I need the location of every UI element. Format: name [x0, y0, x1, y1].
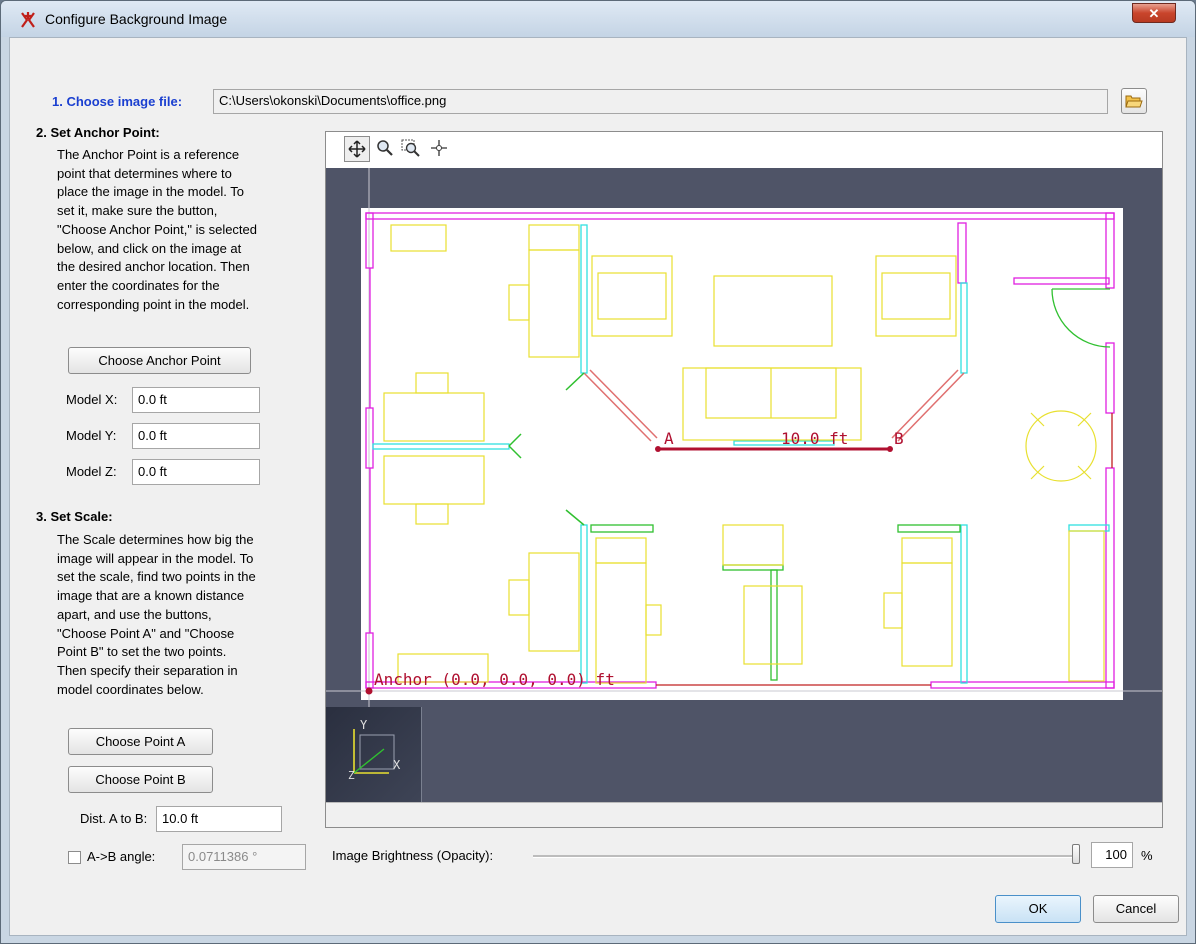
center-icon — [431, 140, 447, 156]
dialog-window: Configure Background Image ✕ 1. Choose i… — [0, 0, 1196, 944]
axis-y-label: Y — [360, 718, 368, 732]
model-y-field[interactable]: 0.0 ft — [132, 423, 260, 449]
choose-anchor-point-button[interactable]: Choose Anchor Point — [68, 347, 251, 374]
model-x-label: Model X: — [66, 392, 118, 407]
image-viewer: A B 10.0 ft Anchor (0.0, 0.0, 0.0) ft Y — [325, 131, 1163, 828]
angle-label: A->B angle: — [87, 849, 156, 864]
browse-button[interactable] — [1121, 88, 1147, 114]
dialog-body: 1. Choose image file: C:\Users\okonski\D… — [9, 37, 1187, 936]
brightness-value-field[interactable]: 100 — [1091, 842, 1133, 868]
scale-heading: 3. Set Scale: — [36, 509, 113, 524]
close-button[interactable]: ✕ — [1132, 3, 1176, 23]
zoom-region-tool-button[interactable] — [398, 136, 424, 162]
floor-plan-image[interactable]: A B 10.0 ft Anchor (0.0, 0.0, 0.0) ft — [326, 168, 1162, 802]
point-a-label: A — [664, 429, 674, 448]
scale-description: The Scale determines how big the image w… — [57, 532, 256, 697]
point-a-marker — [655, 446, 661, 452]
anchor-heading: 2. Set Anchor Point: — [36, 125, 160, 140]
zoom-tool-button[interactable] — [372, 136, 398, 162]
viewer-toolbar — [326, 132, 1162, 168]
brightness-unit: % — [1141, 848, 1153, 863]
axis-indicator: Y X Z — [326, 707, 422, 802]
brightness-label: Image Brightness (Opacity): — [332, 848, 494, 863]
axis-gizmo-icon: Y X Z — [348, 718, 401, 782]
model-z-field[interactable]: 0.0 ft — [132, 459, 260, 485]
anchor-label: Anchor (0.0, 0.0, 0.0) ft — [374, 670, 615, 689]
close-icon: ✕ — [1148, 6, 1160, 21]
brightness-slider-track[interactable] — [533, 855, 1078, 858]
anchor-description: The Anchor Point is a reference point th… — [57, 147, 258, 312]
ok-button[interactable]: OK — [995, 895, 1081, 923]
image-canvas[interactable]: A B 10.0 ft Anchor (0.0, 0.0, 0.0) ft Y — [326, 168, 1162, 802]
pan-tool-button[interactable] — [344, 136, 370, 162]
folder-open-icon — [1125, 95, 1143, 108]
window-title: Configure Background Image — [45, 11, 228, 27]
model-x-field[interactable]: 0.0 ft — [132, 387, 260, 413]
point-b-label: B — [894, 429, 904, 448]
dist-a-to-b-field[interactable]: 10.0 ft — [156, 806, 282, 832]
axis-x-label: X — [393, 758, 401, 772]
angle-field: 0.0711386 ° — [182, 844, 306, 870]
axis-z-label: Z — [348, 769, 355, 782]
model-z-label: Model Z: — [66, 464, 117, 479]
title-bar: Configure Background Image ✕ — [1, 1, 1195, 37]
file-path-field[interactable]: C:\Users\okonski\Documents\office.png — [213, 89, 1108, 114]
choose-point-a-button[interactable]: Choose Point A — [68, 728, 213, 755]
choose-file-label: 1. Choose image file: — [52, 94, 183, 109]
pan-icon — [348, 140, 366, 158]
anchor-marker — [365, 687, 373, 695]
choose-point-b-button[interactable]: Choose Point B — [68, 766, 213, 793]
viewer-status-bar — [326, 802, 1162, 827]
zoom-region-icon — [401, 139, 420, 157]
angle-checkbox[interactable] — [68, 851, 81, 864]
app-logo-icon — [21, 12, 35, 28]
distance-label: 10.0 ft — [781, 429, 848, 448]
zoom-icon — [377, 140, 393, 156]
brightness-slider-thumb[interactable] — [1072, 844, 1080, 864]
cancel-button[interactable]: Cancel — [1093, 895, 1179, 923]
center-tool-button[interactable] — [426, 136, 452, 162]
point-b-marker — [887, 446, 893, 452]
model-y-label: Model Y: — [66, 428, 117, 443]
dist-a-to-b-label: Dist. A to B: — [80, 811, 148, 826]
